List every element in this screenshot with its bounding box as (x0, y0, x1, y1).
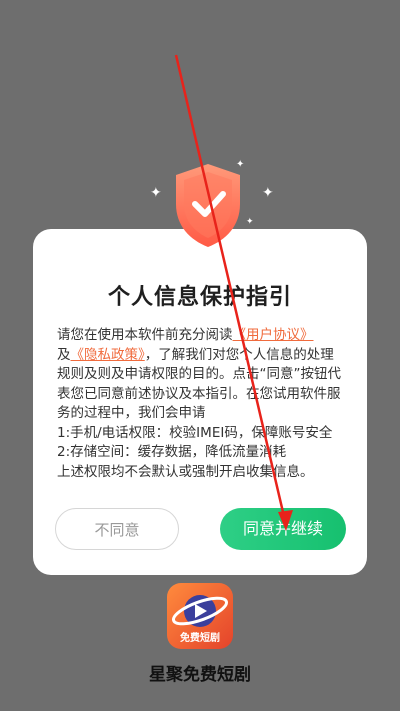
intro-text: 请您在使用本软件前充分阅读 (57, 327, 233, 343)
app-name: 星聚免费短剧 (149, 665, 251, 685)
sparkle-icon: ✦ (262, 185, 274, 201)
and-text: 及 (57, 346, 71, 363)
sparkle-icon: ✦ (150, 185, 162, 201)
user-agreement-link[interactable]: 《用户协议》 (233, 327, 314, 343)
app-icon: 免费短剧 (167, 583, 233, 649)
dialog-body: 请您在使用本软件前充分阅读《用户协议》 及《隐私政策》，了解我们对您个人信息的处… (57, 326, 345, 482)
agree-continue-button[interactable]: 同意并继续 (220, 508, 346, 550)
decline-button[interactable]: 不同意 (55, 508, 179, 550)
permission-phone: 1:手机/电话权限：校验IMEI码，保障账号安全 (57, 424, 333, 441)
sparkle-icon: ✦ (246, 217, 254, 227)
dialog-title: 个人信息保护指引 (107, 285, 292, 310)
privacy-dialog: 个人信息保护指引 请您在使用本软件前充分阅读《用户协议》 及《隐私政策》，了解我… (33, 229, 367, 575)
privacy-policy-link[interactable]: 《隐私政策》 (71, 347, 145, 363)
shield-check-icon (176, 164, 240, 247)
permission-storage: 2:存储空间：缓存数据，降低流量消耗 (57, 444, 287, 460)
permission-note: 上述权限均不会默认或强制开启收集信息。 (57, 463, 314, 480)
app-icon-caption: 免费短剧 (180, 633, 220, 644)
